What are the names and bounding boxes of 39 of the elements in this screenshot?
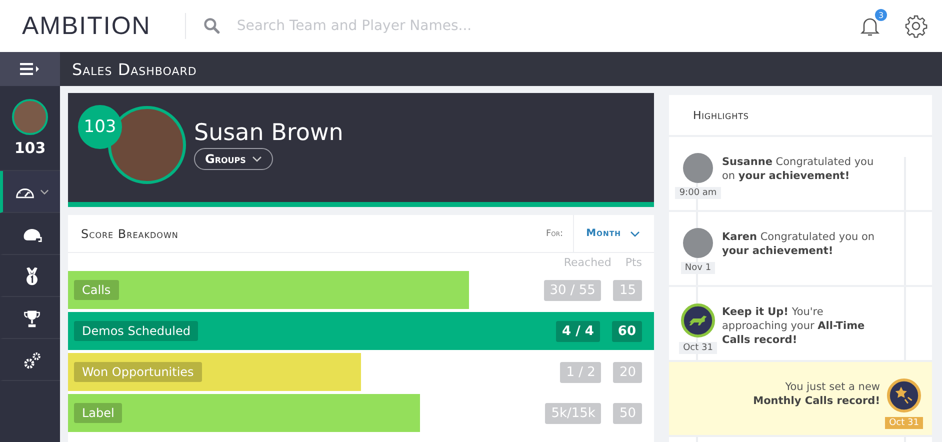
search-field[interactable]: Search Team and Player Names... (234, 17, 539, 35)
star-badge-icon (886, 378, 922, 413)
user-avatar (683, 153, 713, 183)
user-avatar[interactable] (12, 99, 48, 135)
highlight-text: Susanne Congratulated you on your achievement! (722, 155, 875, 184)
score-badge: 103 (78, 105, 122, 149)
caret-icon (40, 188, 49, 194)
reached-value: 4 / 4 (556, 320, 600, 342)
points-value: 60 (612, 320, 642, 342)
app-logo[interactable]: AMBITION (22, 12, 151, 40)
caret-icon (252, 156, 262, 162)
settings-icon[interactable] (904, 14, 928, 38)
time-tag: Oct 31 (679, 342, 717, 354)
groups-button[interactable]: Groups (194, 148, 273, 170)
menu-icon (20, 63, 40, 75)
chevron-icon (630, 230, 640, 236)
highlight-text: You just set a new Monthly Calls record! (752, 380, 880, 409)
menu-button[interactable] (0, 52, 60, 86)
time-tag: Oct 31 (885, 417, 923, 429)
column-header: Reached (564, 256, 612, 268)
highlight-text: Karen Congratulated you on your achievement! (722, 230, 876, 259)
user-name: Susan Brown (194, 120, 344, 146)
card-title: Score Breakdown (80, 226, 180, 240)
user-score: 103 (14, 139, 46, 157)
column-header: Pts (625, 256, 642, 268)
highlight-text: Keep it Up! You're approaching your All-Time Calls record! (722, 305, 866, 348)
metric-label: Demos Scheduled (74, 321, 198, 341)
metric-label: Label (74, 403, 122, 423)
sidebar-item[interactable] (0, 171, 60, 213)
notification-badge: 3 (875, 9, 887, 21)
time-tag: 9:00 am (675, 187, 721, 199)
search-icon (202, 17, 221, 35)
metric-label: Calls (74, 280, 119, 300)
time-tag: Nov 1 (680, 262, 716, 274)
panel-title: Highlights (669, 95, 932, 137)
metric-label: Won Opportunities (74, 362, 202, 382)
page-title: Sales Dashboard (71, 58, 197, 80)
user-avatar (683, 228, 713, 258)
filter-label: For: (546, 228, 564, 238)
